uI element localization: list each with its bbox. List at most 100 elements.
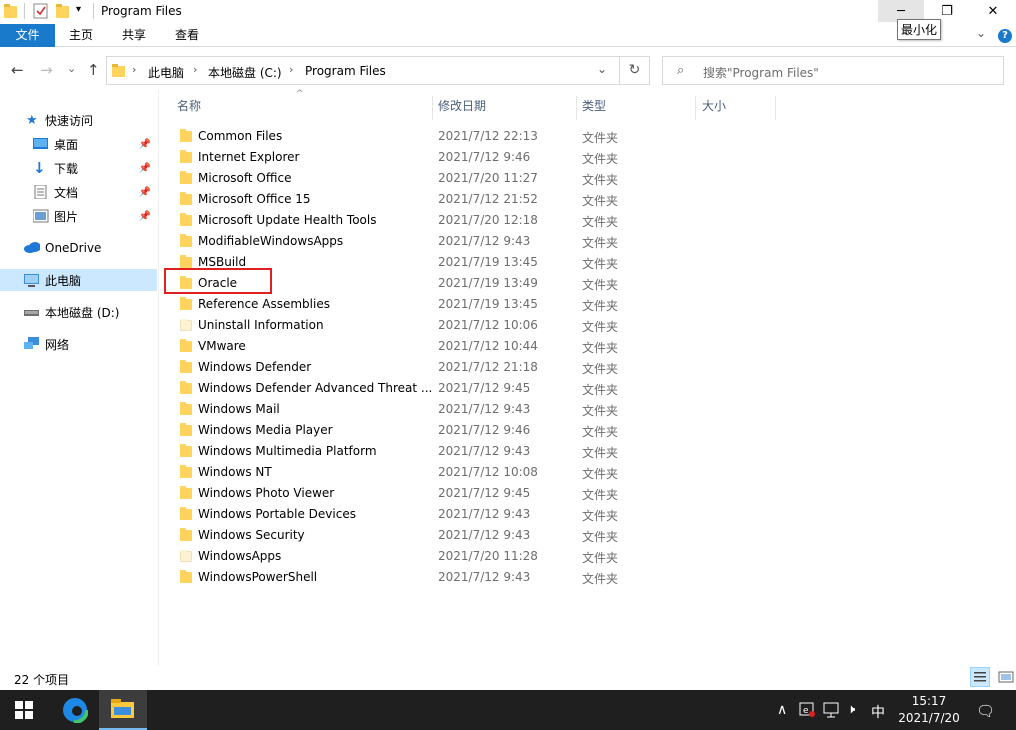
address-dropdown-icon[interactable]: ⌄ <box>597 62 607 76</box>
file-row[interactable]: Microsoft Office 2021/7/20 11:27 文件夹 <box>174 168 644 189</box>
file-row[interactable]: Internet Explorer 2021/7/12 9:46 文件夹 <box>174 147 644 168</box>
file-row[interactable]: Windows Defender Advanced Threat ... 2021… <box>174 378 644 399</box>
tab-home[interactable]: 主页 <box>56 24 106 47</box>
column-header-name[interactable]: 名称 <box>177 96 201 118</box>
column-header-size[interactable]: 大小 <box>702 96 726 118</box>
file-row[interactable]: Reference Assemblies 2021/7/19 13:45 文件夹 <box>174 294 644 315</box>
file-row[interactable]: Windows Security 2021/7/12 9:43 文件夹 <box>174 525 644 546</box>
file-type: 文件夹 <box>582 341 619 355</box>
clock-date: 2021/7/20 <box>898 711 960 725</box>
folder-icon <box>180 381 192 394</box>
tab-file[interactable]: 文件 <box>0 24 55 47</box>
pane-divider[interactable] <box>158 90 159 666</box>
expand-ribbon-icon[interactable]: ⌄ <box>976 26 986 40</box>
search-box[interactable]: ⌕ 搜索"Program Files" <box>662 56 1004 85</box>
file-row[interactable]: Microsoft Update Health Tools 2021/7/20 1… <box>174 210 644 231</box>
file-type: 文件夹 <box>582 215 619 229</box>
column-header-type[interactable]: 类型 <box>582 96 606 118</box>
new-folder-icon[interactable] <box>56 3 70 19</box>
file-row[interactable]: WindowsPowerShell 2021/7/12 9:43 文件夹 <box>174 567 644 588</box>
file-date: 2021/7/12 9:46 <box>438 150 531 164</box>
large-icons-view-button[interactable] <box>996 667 1016 687</box>
properties-icon[interactable] <box>33 3 49 19</box>
address-bar[interactable]: › 此电脑 › 本地磁盘 (C:) › Program Files ⌄ <box>106 56 620 85</box>
taskbar-file-explorer[interactable] <box>99 690 147 730</box>
sidebar-item-quick-access[interactable]: ★ 快速访问 <box>0 109 157 131</box>
clock[interactable]: 15:17 2021/7/20 <box>890 693 968 727</box>
file-row[interactable]: Windows Defender 2021/7/12 21:18 文件夹 <box>174 357 644 378</box>
close-button[interactable]: ✕ <box>970 0 1016 22</box>
file-type: 文件夹 <box>582 152 619 166</box>
sidebar-item-documents[interactable]: 文档 📌 <box>0 181 157 203</box>
column-separator[interactable] <box>775 96 776 120</box>
sidebar-item-label: 快速访问 <box>45 113 94 128</box>
sidebar-item-network[interactable]: 网络 <box>0 333 157 355</box>
sidebar-item-downloads[interactable]: ↓ 下载 📌 <box>0 157 157 179</box>
network-icon[interactable] <box>823 702 839 718</box>
breadcrumb-this-pc[interactable]: 此电脑 <box>148 64 184 81</box>
recent-locations-icon[interactable]: ⌄ <box>67 62 76 75</box>
help-icon[interactable]: ? <box>998 29 1012 43</box>
file-date: 2021/7/19 13:45 <box>438 297 538 311</box>
file-row[interactable]: Windows Portable Devices 2021/7/12 9:43 文件… <box>174 504 644 525</box>
tab-view[interactable]: 查看 <box>162 24 212 47</box>
sidebar-item-onedrive[interactable]: OneDrive <box>0 237 157 259</box>
file-row[interactable]: Windows Mail 2021/7/12 9:43 文件夹 <box>174 399 644 420</box>
column-separator[interactable] <box>695 96 696 120</box>
file-row[interactable]: Microsoft Office 15 2021/7/12 21:52 文件夹 <box>174 189 644 210</box>
security-icon[interactable]: e <box>799 701 815 717</box>
file-date: 2021/7/12 9:45 <box>438 381 531 395</box>
drive-icon <box>24 310 39 316</box>
file-row[interactable]: Windows Photo Viewer 2021/7/12 9:45 文件夹 <box>174 483 644 504</box>
folder-icon <box>180 360 192 373</box>
breadcrumb-separator[interactable]: › <box>132 63 136 76</box>
details-view-button[interactable] <box>970 667 990 687</box>
volume-icon[interactable]: 🕨 <box>847 702 855 717</box>
sidebar-item-this-pc[interactable]: 此电脑 <box>0 269 157 291</box>
ime-indicator[interactable]: 中 <box>871 702 885 722</box>
sidebar-item-desktop[interactable]: 桌面 📌 <box>0 133 157 155</box>
file-row[interactable]: Common Files 2021/7/12 22:13 文件夹 <box>174 126 644 147</box>
file-row[interactable]: ModifiableWindowsApps 2021/7/12 9:43 文件夹 <box>174 231 644 252</box>
breadcrumb-local-disk-c[interactable]: 本地磁盘 (C:) <box>208 64 282 81</box>
sidebar-item-label: 此电脑 <box>45 273 82 288</box>
up-icon[interactable]: ↑ <box>87 61 100 79</box>
column-separator[interactable] <box>576 96 577 120</box>
file-type: 文件夹 <box>582 194 619 208</box>
file-row[interactable]: Windows Multimedia Platform 2021/7/12 9:4… <box>174 441 644 462</box>
search-input[interactable]: 搜索"Program Files" <box>703 64 819 81</box>
file-name: WindowsApps <box>198 549 282 563</box>
file-date: 2021/7/12 9:43 <box>438 444 531 458</box>
start-button[interactable] <box>0 690 48 730</box>
column-header-date[interactable]: 修改日期 <box>438 96 486 118</box>
folder-icon <box>180 507 192 520</box>
file-row[interactable]: Uninstall Information 2021/7/12 10:06 文件夹 <box>174 315 644 336</box>
folder-icon <box>180 319 192 331</box>
breadcrumb-separator[interactable]: › <box>289 63 293 76</box>
pin-icon: 📌 <box>138 162 151 174</box>
folder-icon <box>4 4 17 18</box>
computer-icon <box>24 274 39 287</box>
tab-share[interactable]: 共享 <box>109 24 159 47</box>
navigation-pane: ★ 快速访问 桌面 📌 ↓ 下载 📌 文档 📌 图片 📌 OneDrive 此电… <box>0 96 158 666</box>
column-separator[interactable] <box>432 96 433 120</box>
file-row[interactable]: VMware 2021/7/12 10:44 文件夹 <box>174 336 644 357</box>
file-date: 2021/7/12 9:43 <box>438 507 531 521</box>
sidebar-item-local-disk-d[interactable]: 本地磁盘 (D:) <box>0 301 157 323</box>
file-date: 2021/7/12 9:45 <box>438 486 531 500</box>
breadcrumb-program-files[interactable]: Program Files <box>305 64 386 78</box>
taskbar-edge[interactable] <box>51 690 99 730</box>
customize-toolbar-icon[interactable]: ▾ <box>76 4 81 15</box>
file-row[interactable]: Windows Media Player 2021/7/12 9:46 文件夹 <box>174 420 644 441</box>
file-type: 文件夹 <box>582 572 619 586</box>
sidebar-item-pictures[interactable]: 图片 📌 <box>0 205 157 227</box>
breadcrumb-separator[interactable]: › <box>193 63 197 76</box>
file-row[interactable]: WindowsApps 2021/7/20 11:28 文件夹 <box>174 546 644 567</box>
tray-overflow-icon[interactable]: ∧ <box>777 702 787 718</box>
notification-icon[interactable]: 🗨 <box>976 702 995 720</box>
file-name: Uninstall Information <box>198 318 324 332</box>
forward-icon[interactable]: → <box>40 61 53 79</box>
file-row[interactable]: Windows NT 2021/7/12 10:08 文件夹 <box>174 462 644 483</box>
refresh-button[interactable]: ↻ <box>620 56 650 85</box>
back-icon[interactable]: ← <box>11 61 24 79</box>
